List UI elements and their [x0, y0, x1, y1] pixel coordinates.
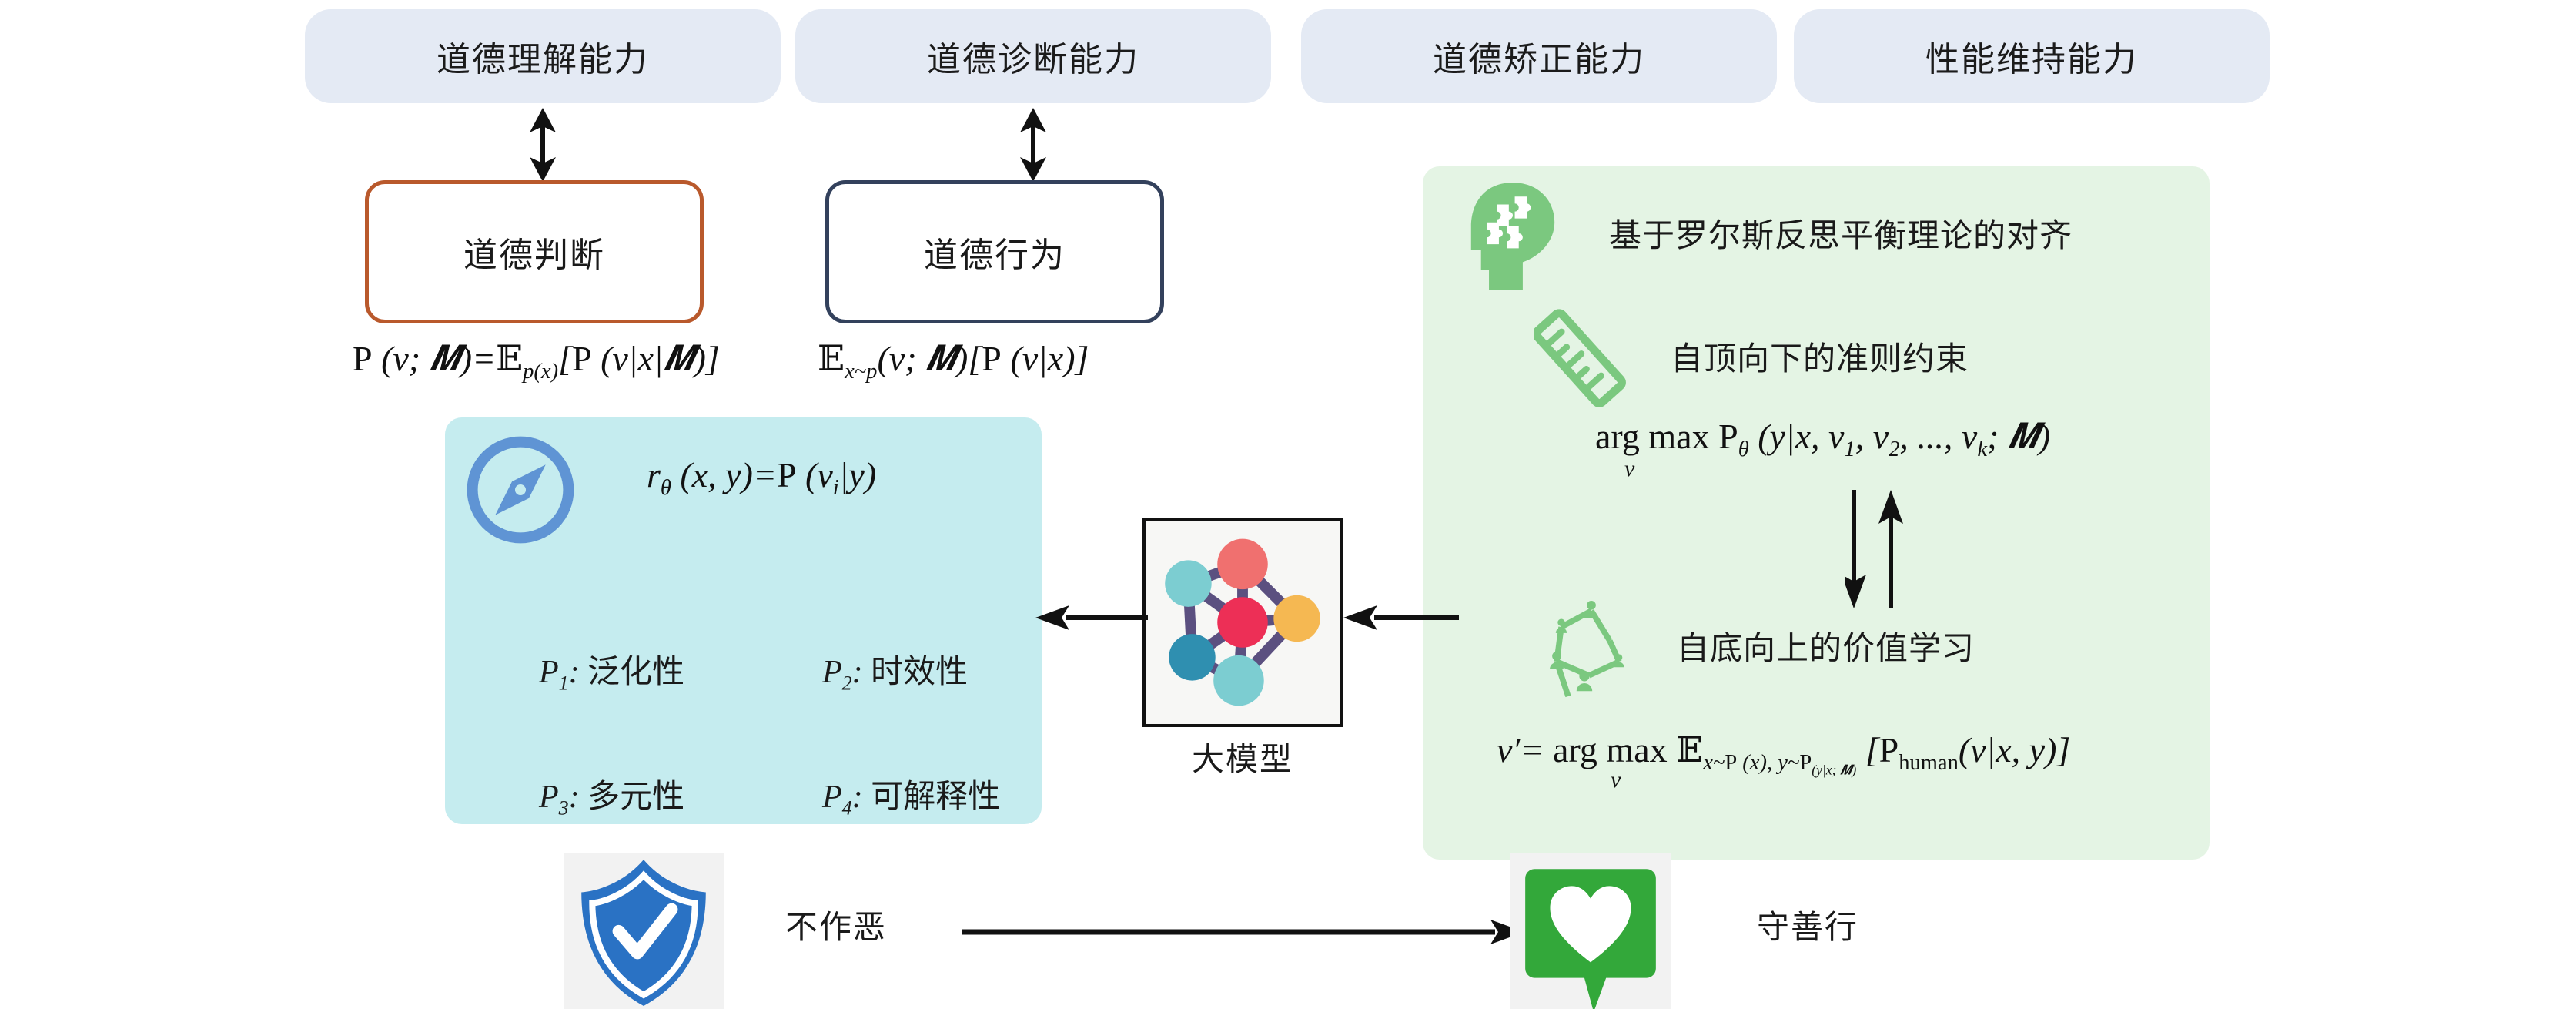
concept-box-label: 道德行为: [924, 236, 1066, 274]
capability-pill-0[interactable]: 道德理解能力: [305, 9, 781, 103]
concept-box-moral-judgment[interactable]: 道德判断: [365, 180, 704, 323]
concept-box-moral-behavior[interactable]: 道德行为: [825, 180, 1164, 323]
bottom-up-title: 自底向上的价值学习: [1677, 632, 1975, 667]
principle-item-0: P1: 泛化性: [539, 645, 684, 695]
formula-bottom-up: v′= arg max 𝔼x~P (x), y~P(y|x; 𝑴) [Phuma…: [1497, 730, 2071, 778]
capability-pill-label: 道德矫正能力: [1433, 41, 1645, 79]
top-down-title: 自顶向下的准则约束: [1671, 342, 1969, 377]
concept-box-label: 道德判断: [463, 236, 605, 274]
capability-pill-2[interactable]: 道德矫正能力: [1301, 9, 1777, 103]
shield-check-icon: [581, 860, 706, 1006]
arrow-llm-to-principles-icon: [1035, 602, 1148, 633]
people-network-icon: [1538, 595, 1654, 710]
principle-item-2: P3: 多元性: [539, 770, 684, 820]
capability-pill-label: 道德理解能力: [437, 41, 649, 79]
llm-box[interactable]: [1142, 518, 1343, 727]
bidirectional-arrow-icon-behavior: [1014, 108, 1052, 182]
principle-item-3: P4: 可解释性: [822, 770, 1000, 820]
principle-label: 泛化性: [587, 655, 685, 690]
principle-key: P3:: [539, 779, 588, 820]
arrow-alignment-to-llm-icon: [1343, 602, 1459, 633]
compass-icon: [460, 430, 580, 550]
capability-pill-label: 性能维持能力: [1925, 41, 2138, 79]
formula-bottom-up-subscript: v: [1611, 767, 1621, 793]
formula-top-down: arg max Pθ (y|x, v1, v2, ..., vk; 𝑴): [1595, 417, 2051, 462]
formula-top-down-subscript: v: [1624, 456, 1635, 481]
principle-key: P4:: [822, 779, 871, 820]
bottom-left-label: 不作恶: [785, 910, 888, 946]
ruler-icon: [1534, 308, 1626, 410]
neural-network-icon: [1165, 538, 1320, 706]
llm-caption: 大模型: [1191, 743, 1293, 778]
formula-moral-judgment: P (v; 𝑴)=𝔼p(x)[P (v|x|𝑴)]: [353, 339, 720, 384]
heart-speech-bubble-icon: [1525, 869, 1656, 1009]
principle-label: 可解释性: [871, 779, 1001, 815]
capability-pill-label: 道德诊断能力: [927, 41, 1139, 79]
principle-item-1: P2: 时效性: [822, 645, 968, 695]
arrow-do-no-evil-to-do-good-icon: [962, 917, 1524, 947]
capability-pill-1[interactable]: 道德诊断能力: [795, 9, 1271, 103]
bottom-right-label: 守善行: [1757, 910, 1859, 946]
brain-puzzle-head-icon: [1463, 179, 1563, 302]
vertical-exchange-arrows-icon: [1845, 484, 1983, 615]
shield-icon-tile: [564, 853, 724, 1009]
bidirectional-arrow-icon-judgment: [524, 108, 562, 182]
formula-reward-model: rθ (x, y)=P (vi|y): [647, 455, 877, 501]
capability-pill-3[interactable]: 性能维持能力: [1794, 9, 2270, 103]
principle-key: P2:: [822, 655, 871, 695]
principle-label: 时效性: [871, 655, 969, 690]
alignment-heading: 基于罗尔斯反思平衡理论的对齐: [1609, 219, 2073, 254]
formula-moral-behavior: 𝔼x~p(v; 𝑴)[P (v|x)]: [818, 339, 1089, 384]
principle-key: P1:: [539, 655, 588, 695]
heart-bubble-icon-tile: [1510, 853, 1671, 1009]
principle-label: 多元性: [587, 779, 685, 815]
